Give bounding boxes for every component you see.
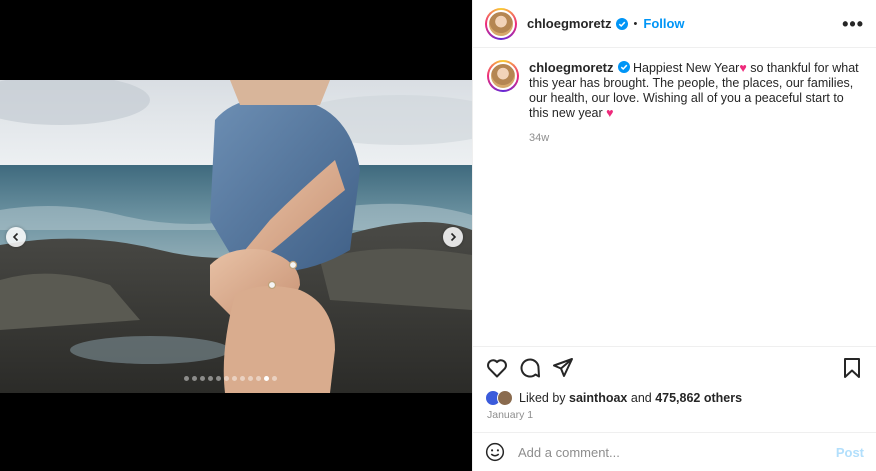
carousel-dot [192,376,197,381]
post-header: chloegmoretz • Follow ••• [473,0,876,48]
post-date[interactable]: January 1 [487,409,533,421]
post-media [0,0,472,471]
follow-button[interactable]: Follow [643,16,684,31]
comment-input[interactable] [518,444,836,460]
heart-emoji: ♥ [739,61,747,75]
likes-prefix: Liked by [519,391,570,405]
carousel-dot [224,376,229,381]
carousel-prev-button[interactable] [6,227,26,247]
likes-middle: and [627,391,656,405]
likes-count[interactable]: 475,862 others [655,391,742,405]
carousel-dot [248,376,253,381]
carousel-dot [200,376,205,381]
caption-username[interactable]: chloegmoretz [529,60,614,75]
post-side-panel: chloegmoretz • Follow ••• chloegmoretz H… [472,0,876,471]
comment-icon[interactable] [518,356,542,380]
avatar[interactable] [487,60,519,92]
action-bar [473,346,876,388]
carousel-dot [184,376,189,381]
carousel-dot [272,376,277,381]
caption-text-part: Happiest New Year [633,61,740,75]
bookmark-icon[interactable] [840,356,864,380]
carousel-dot [208,376,213,381]
heart-icon[interactable] [485,356,509,380]
caption-text: chloegmoretz Happiest New Year♥ so thank… [529,60,859,146]
comments-section: chloegmoretz Happiest New Year♥ so thank… [473,48,876,346]
carousel-dot [256,376,261,381]
header-username[interactable]: chloegmoretz [527,16,612,31]
carousel-next-button[interactable] [443,227,463,247]
post-comment-button[interactable]: Post [836,445,864,460]
liker-username[interactable]: sainthoax [569,391,627,405]
avatar[interactable] [485,7,517,40]
post-photo [0,80,472,393]
carousel-dot [240,376,245,381]
more-options-icon[interactable]: ••• [842,15,864,33]
verified-badge-icon [617,61,630,73]
carousel-indicator [184,376,277,381]
likes-text: Liked by sainthoax and 475,862 others [519,391,742,405]
share-icon[interactable] [551,356,575,380]
carousel-dot [216,376,221,381]
chevron-right-icon [450,232,457,242]
liker-avatars [485,389,515,407]
verified-badge-icon [615,17,628,30]
likes-summary: Liked by sainthoax and 475,862 others [485,388,864,408]
avatar [497,390,513,406]
separator-dot: • [633,17,638,30]
carousel-dot [232,376,237,381]
emoji-icon[interactable] [485,442,505,462]
caption-timestamp[interactable]: 34w [529,131,859,146]
carousel-dot [264,376,269,381]
add-comment-bar: Post [473,432,876,471]
chevron-left-icon [12,232,19,242]
caption: chloegmoretz Happiest New Year♥ so thank… [487,60,862,146]
heart-emoji: ♥ [606,106,614,120]
